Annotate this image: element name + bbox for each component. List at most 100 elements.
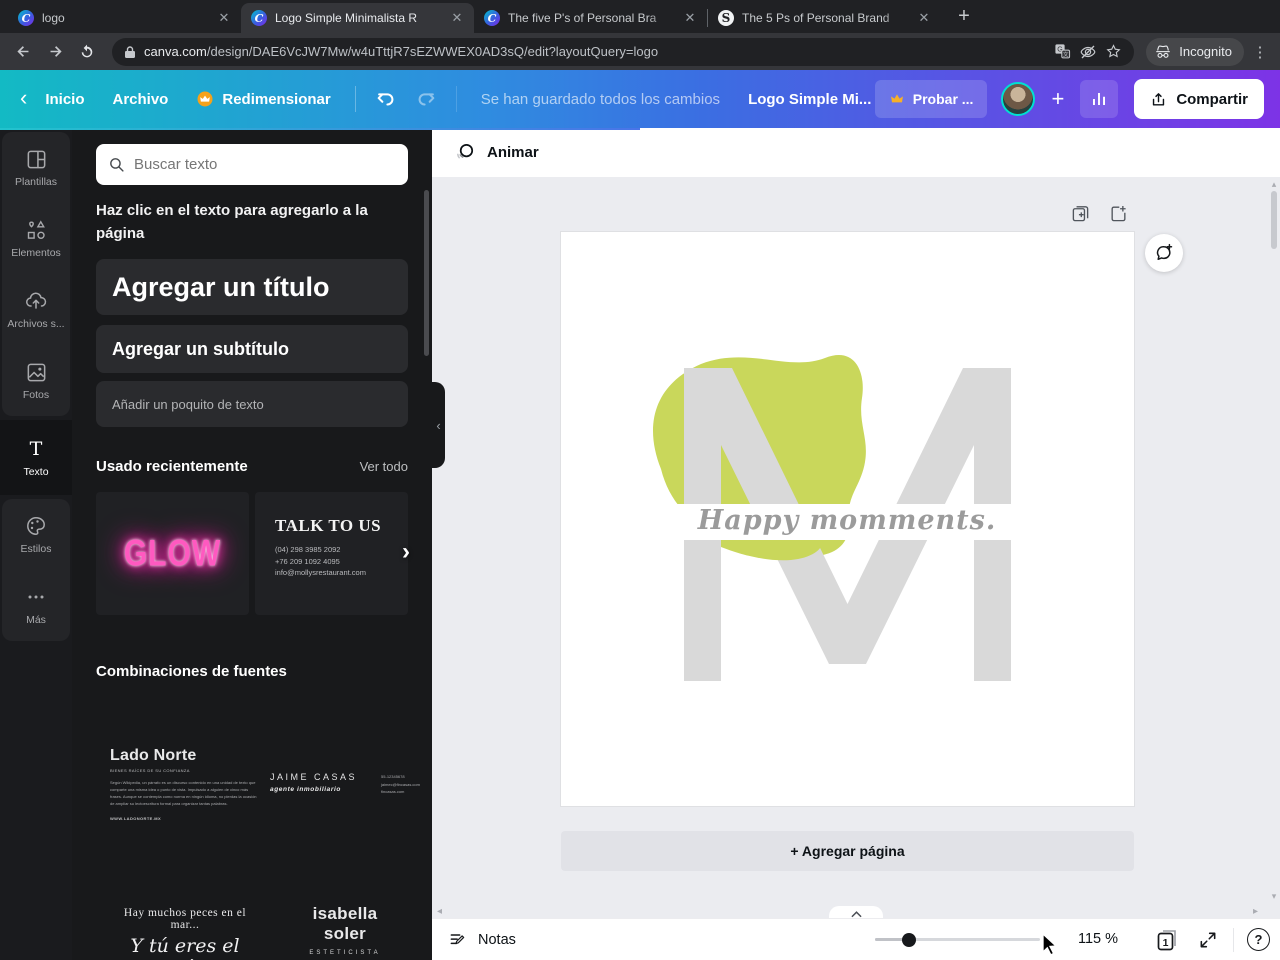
- reload-icon: [81, 44, 93, 57]
- address-bar[interactable]: canva.com/design/DAE6VcJW7Mw/w4uTttjR7sE…: [112, 37, 1135, 66]
- sidebar-item-archivos[interactable]: Archivos s...: [2, 274, 70, 345]
- share-button[interactable]: Compartir: [1134, 79, 1264, 119]
- translate-icon[interactable]: G 文: [1054, 43, 1071, 60]
- carousel-next-button[interactable]: ›: [402, 538, 410, 566]
- glow-preview-text: GLOW: [123, 532, 222, 574]
- eye-off-icon[interactable]: [1079, 43, 1097, 61]
- avatar[interactable]: [1001, 82, 1036, 116]
- bookmark-star-icon[interactable]: [1105, 43, 1122, 60]
- zoom-slider[interactable]: [875, 932, 1040, 947]
- hscroll-left-arrow[interactable]: ◂: [437, 906, 442, 917]
- help-button[interactable]: ?: [1247, 928, 1270, 951]
- close-icon[interactable]: ✕: [681, 9, 699, 27]
- close-icon[interactable]: ✕: [448, 9, 466, 27]
- resize-menu[interactable]: Redimensionar: [182, 90, 344, 108]
- file-menu[interactable]: Archivo: [99, 91, 183, 108]
- search-box[interactable]: [96, 144, 408, 185]
- panel-collapse-handle[interactable]: ‹: [432, 382, 445, 468]
- text-icon: T: [30, 438, 43, 460]
- animate-button[interactable]: Animar: [487, 144, 539, 161]
- canva-header: ‹ Inicio Archivo Redimensionar Se han gu…: [0, 70, 1280, 128]
- sidebar-item-plantillas[interactable]: Plantillas: [2, 132, 70, 203]
- rail-group-bottom: Estilos Más: [2, 499, 70, 641]
- logo-artwork: Happy momments.: [561, 354, 1134, 681]
- back-to-home-chevron-icon[interactable]: ‹: [16, 85, 31, 113]
- share-upload-icon: [1153, 92, 1165, 106]
- duplicate-page-icon[interactable]: [1071, 204, 1090, 223]
- cloud-upload-icon: [26, 292, 47, 309]
- combo-jaime-casas[interactable]: JAIME CASAS agente inmobiliario 55-12345…: [270, 772, 420, 796]
- sidebar-item-mas[interactable]: Más: [2, 570, 70, 641]
- document-title[interactable]: Logo Simple Mi...: [748, 91, 871, 108]
- add-comment-button[interactable]: [1145, 234, 1183, 272]
- add-member-button[interactable]: +: [1045, 86, 1070, 112]
- add-heading-button[interactable]: Agregar un título: [96, 259, 408, 315]
- combo-lado-norte[interactable]: Lado Norte BIENES RAÍCES DE SU CONFIANZA…: [110, 747, 260, 820]
- notes-button[interactable]: Notas: [448, 919, 516, 960]
- sidebar-item-fotos[interactable]: Fotos: [2, 345, 70, 416]
- crown-icon: [890, 94, 903, 103]
- notes-tray-handle[interactable]: [829, 906, 883, 918]
- undo-icon[interactable]: [375, 88, 397, 110]
- add-page-button[interactable]: + Agregar página: [561, 831, 1134, 871]
- svg-text:1: 1: [1163, 937, 1169, 949]
- loading-progress-bar: [0, 128, 640, 130]
- try-pro-button[interactable]: Probar ...: [874, 80, 988, 118]
- combo-peces[interactable]: Hay muchos peces en el mar... Y tú eres …: [110, 907, 260, 960]
- more-dots-icon: [28, 595, 44, 599]
- insights-button[interactable]: [1080, 80, 1119, 118]
- combo-isabella-soler[interactable]: isabella soler ESTETICISTA isabella@bell…: [270, 904, 420, 960]
- close-icon[interactable]: ✕: [215, 9, 233, 27]
- svg-text:T: T: [30, 438, 43, 460]
- search-icon: [110, 158, 124, 172]
- chevron-up-icon: [850, 911, 862, 918]
- sidebar-item-texto[interactable]: T Texto: [0, 420, 72, 495]
- browser-menu-button[interactable]: ⋮: [1250, 43, 1270, 61]
- font-combinations-title: Combinaciones de fuentes: [96, 663, 287, 680]
- add-page-icon[interactable]: [1109, 204, 1128, 223]
- notes-icon: [450, 934, 465, 945]
- workspace: Animar Happy momments. + Agregar página …: [432, 128, 1280, 960]
- design-page[interactable]: Happy momments.: [561, 232, 1134, 806]
- recent-item-glow[interactable]: GLOW: [96, 492, 249, 615]
- reload-button[interactable]: [74, 39, 100, 65]
- forward-button[interactable]: [42, 39, 68, 65]
- fullscreen-button[interactable]: [1198, 930, 1218, 950]
- hscroll-right-arrow[interactable]: ▸: [1253, 906, 1258, 917]
- canvas-area[interactable]: Happy momments. + Agregar página ◂ ▸ ▴ ▾: [432, 177, 1280, 918]
- sidebar-item-estilos[interactable]: Estilos: [2, 499, 70, 570]
- tab-title: The 5 Ps of Personal Brand: [742, 11, 890, 25]
- home-menu[interactable]: Inicio: [31, 91, 98, 108]
- tab-title: logo: [42, 11, 65, 25]
- redo-icon[interactable]: [415, 88, 437, 110]
- logo-script-text: Happy momments.: [697, 505, 996, 536]
- tab-logo-simple-minimalista[interactable]: C Logo Simple Minimalista R ✕: [241, 3, 474, 33]
- recent-item-talk-to-us[interactable]: TALK TO US (04) 298 3985 2092 +76 209 10…: [255, 492, 408, 615]
- tab-5-ps[interactable]: S The 5 Ps of Personal Brand ✕: [708, 3, 941, 33]
- tab-five-ps[interactable]: C The five P's of Personal Bra ✕: [474, 3, 707, 33]
- panel-scrollbar[interactable]: [424, 190, 429, 356]
- search-input[interactable]: [134, 156, 396, 173]
- recently-used-carousel: GLOW TALK TO US (04) 298 3985 2092 +76 2…: [96, 492, 410, 615]
- zoom-slider-knob[interactable]: [902, 932, 916, 947]
- sidebar-item-elementos[interactable]: Elementos: [2, 203, 70, 274]
- incognito-label: Incognito: [1179, 44, 1232, 59]
- tab-logo[interactable]: C logo ✕: [8, 3, 241, 33]
- back-button[interactable]: [10, 39, 36, 65]
- browser-toolbar: canva.com/design/DAE6VcJW7Mw/w4uTttjR7sE…: [0, 33, 1280, 70]
- canvas-toolbar: Animar: [432, 128, 1280, 177]
- back-icon: [16, 46, 28, 57]
- header-separator: [455, 86, 457, 112]
- add-subheading-button[interactable]: Agregar un subtítulo: [96, 325, 408, 373]
- page-indicator[interactable]: 1: [1154, 927, 1180, 953]
- vscroll-up-arrow[interactable]: ▴: [1269, 179, 1279, 190]
- vscroll-down-arrow[interactable]: ▾: [1269, 891, 1279, 902]
- expand-arrows-icon: [1200, 932, 1216, 948]
- status-bar: Notas 115 % 1 ?: [432, 918, 1280, 960]
- new-tab-button[interactable]: +: [951, 3, 977, 29]
- vertical-scrollbar[interactable]: [1271, 191, 1277, 249]
- close-icon[interactable]: ✕: [915, 9, 933, 27]
- text-panel: Haz clic en el texto para agregarlo a la…: [72, 128, 432, 960]
- add-body-text-button[interactable]: Añadir un poquito de texto: [96, 381, 408, 427]
- see-all-link[interactable]: Ver todo: [360, 459, 408, 474]
